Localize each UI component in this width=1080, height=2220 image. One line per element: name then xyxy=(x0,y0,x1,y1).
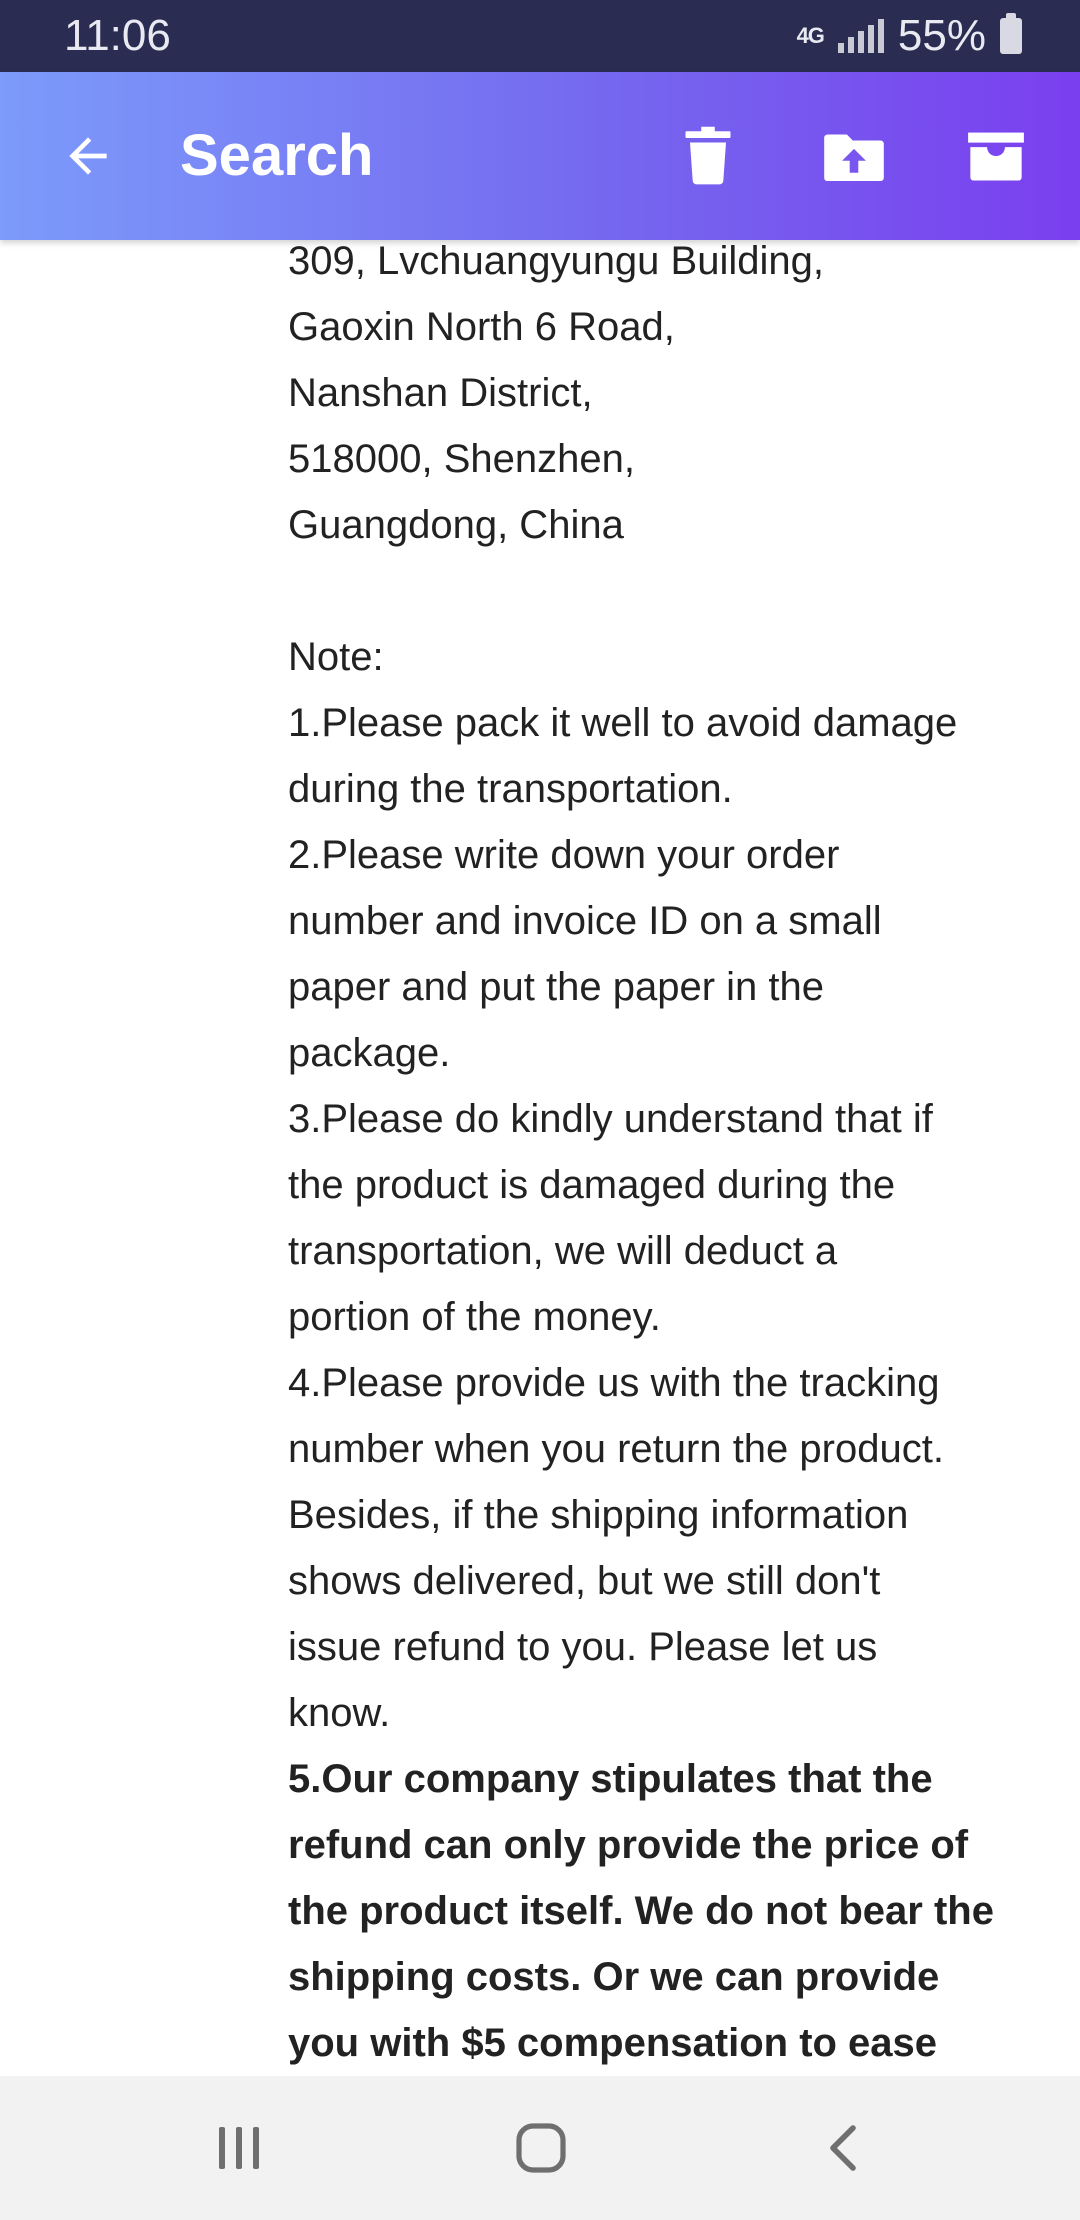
address-line: Nanshan District, xyxy=(288,371,593,415)
note-line: paper and put the paper in the xyxy=(288,965,824,1009)
move-button[interactable] xyxy=(814,116,894,196)
home-icon xyxy=(516,2123,566,2173)
note-line: number when you return the product. xyxy=(288,1427,944,1471)
note-line: issue refund to you. Please let us xyxy=(288,1625,878,1669)
bold-note-line: shipping costs. Or we can provide xyxy=(288,1955,940,1999)
trash-icon xyxy=(685,126,731,185)
note-label: Note: xyxy=(288,635,384,679)
system-nav-bar xyxy=(0,2076,1080,2220)
status-indicators: 4G 55% xyxy=(797,10,1022,62)
message-content[interactable]: 309, Lvchuangyungu Building, Gaoxin Nort… xyxy=(0,240,1080,2076)
page-title: Search xyxy=(180,123,374,188)
archive-icon xyxy=(968,132,1024,181)
note-line: Besides, if the shipping information xyxy=(288,1493,909,1537)
status-bar: 11:06 4G 55% xyxy=(0,0,1080,72)
address-line: Guangdong, China xyxy=(288,503,624,547)
address-line: Gaoxin North 6 Road, xyxy=(288,305,675,349)
battery-percent: 55% xyxy=(897,11,986,60)
app-bar: Search xyxy=(0,72,1080,240)
delete-button[interactable] xyxy=(668,116,748,196)
system-back-button[interactable] xyxy=(808,2116,878,2180)
note-line: the product is damaged during the xyxy=(288,1163,896,1207)
signal-strength-icon xyxy=(837,19,884,53)
recent-apps-icon xyxy=(219,2127,259,2169)
recent-apps-button[interactable] xyxy=(204,2116,274,2180)
note-line: package. xyxy=(288,1031,451,1075)
back-arrow-icon xyxy=(69,137,107,175)
note-line: 3.Please do kindly understand that if xyxy=(288,1097,933,1141)
note-line: portion of the money. xyxy=(288,1295,661,1339)
archive-button[interactable] xyxy=(956,116,1036,196)
back-button[interactable] xyxy=(48,116,128,196)
message-body: 309, Lvchuangyungu Building, Gaoxin Nort… xyxy=(288,240,1008,2076)
note-line: number and invoice ID on a small xyxy=(288,899,882,943)
note-line: shows delivered, but we still don't xyxy=(288,1559,881,1603)
note-line: 4.Please provide us with the tracking xyxy=(288,1361,940,1405)
status-time: 11:06 xyxy=(64,11,171,60)
move-to-folder-icon xyxy=(824,134,884,182)
email-screen: 11:06 4G 55% Search 309, Lvchuangyungu B… xyxy=(0,0,1080,2220)
bold-note-line: refund can only provide the price of xyxy=(288,1823,969,1867)
home-button[interactable] xyxy=(506,2116,576,2180)
address-line: 309, Lvchuangyungu Building, xyxy=(288,240,824,283)
bold-note-line: 5.Our company stipulates that the xyxy=(288,1757,933,1801)
battery-icon xyxy=(1000,13,1022,54)
address-line: 518000, Shenzhen, xyxy=(288,437,635,481)
network-type: 4G xyxy=(796,23,825,48)
note-line: during the transportation. xyxy=(288,767,733,811)
bold-note-line: you with $5 compensation to ease xyxy=(288,2021,938,2065)
note-line: transportation, we will deduct a xyxy=(288,1229,838,1273)
note-line: 1.Please pack it well to avoid damage xyxy=(288,701,958,745)
note-line: know. xyxy=(288,1691,391,1735)
back-icon xyxy=(830,2125,856,2171)
note-line: 2.Please write down your order xyxy=(288,833,840,877)
bold-note-line: the product itself. We do not bear the xyxy=(288,1889,994,1933)
